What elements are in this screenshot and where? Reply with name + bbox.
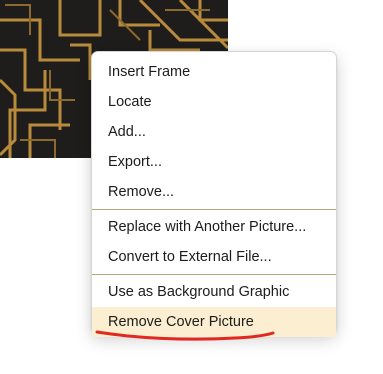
menu-item-label: Convert to External File... <box>108 249 272 265</box>
menu-separator <box>92 274 336 275</box>
menu-item-locate[interactable]: Locate <box>92 87 336 117</box>
context-menu: Insert Frame Locate Add... Export... Rem… <box>91 51 337 337</box>
menu-item-use-as-background[interactable]: Use as Background Graphic <box>92 277 336 307</box>
menu-item-remove[interactable]: Remove... <box>92 177 336 207</box>
menu-item-label: Add... <box>108 124 146 140</box>
menu-item-add[interactable]: Add... <box>92 117 336 147</box>
menu-item-label: Replace with Another Picture... <box>108 219 307 235</box>
menu-item-label: Remove Cover Picture <box>108 314 254 330</box>
menu-item-convert-external[interactable]: Convert to External File... <box>92 242 336 272</box>
menu-item-remove-cover-picture[interactable]: Remove Cover Picture <box>92 307 336 337</box>
menu-item-replace-picture[interactable]: Replace with Another Picture... <box>92 212 336 242</box>
menu-item-label: Export... <box>108 154 162 170</box>
menu-item-label: Use as Background Graphic <box>108 284 290 300</box>
menu-item-export[interactable]: Export... <box>92 147 336 177</box>
menu-item-label: Insert Frame <box>108 64 191 80</box>
menu-separator <box>92 209 336 210</box>
menu-item-insert-frame[interactable]: Insert Frame <box>92 57 336 87</box>
menu-item-label: Remove... <box>108 184 175 200</box>
menu-item-label: Locate <box>108 94 152 110</box>
